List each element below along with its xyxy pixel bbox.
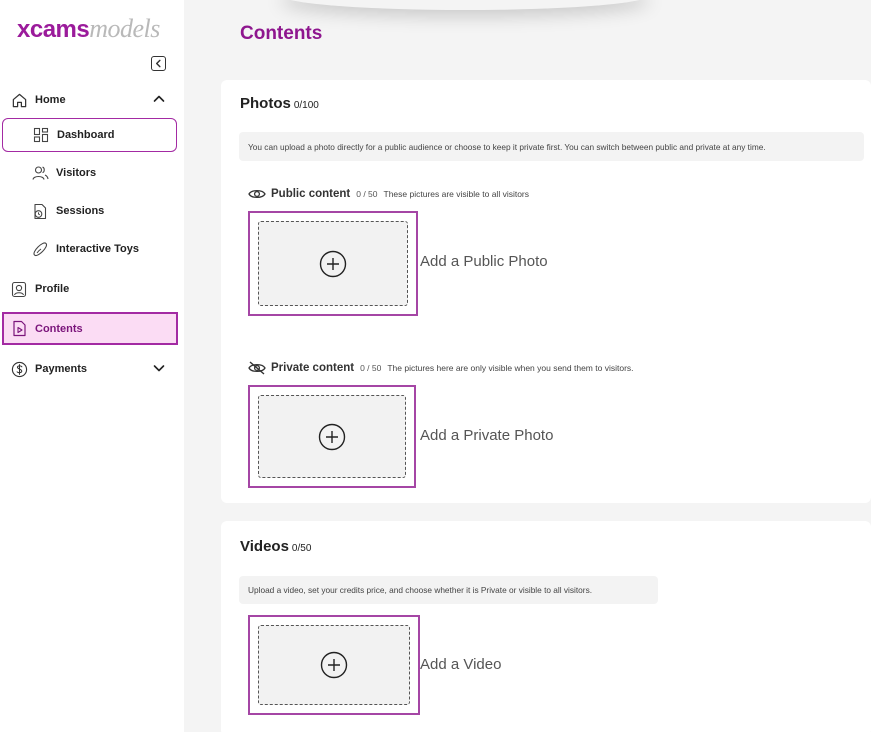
public-content-header: Public content 0 / 50 These pictures are… [248, 187, 529, 201]
eye-off-icon [248, 361, 266, 375]
sidebar-item-label: Payments [35, 363, 87, 375]
collapse-sidebar-button[interactable] [151, 56, 166, 71]
plus-circle-icon [318, 423, 346, 450]
videos-info-text: Upload a video, set your credits price, … [248, 585, 593, 595]
page-title: Contents [240, 23, 323, 44]
videos-card: Videos 0/50 Upload a video, set your cred… [221, 521, 871, 732]
sidebar-item-label: Contents [35, 322, 83, 335]
profile-icon [10, 280, 28, 298]
add-video-label[interactable]: Add a Video [420, 656, 501, 673]
photos-title: Photos [240, 95, 291, 112]
videos-section-title: Videos 0/50 [240, 538, 311, 555]
videos-info-box: Upload a video, set your credits price, … [239, 576, 658, 604]
add-private-photo-button[interactable] [248, 385, 416, 488]
add-public-photo-label[interactable]: Add a Public Photo [420, 253, 548, 270]
contents-icon [10, 320, 28, 338]
users-icon [31, 164, 49, 182]
photos-count: 0/100 [293, 100, 319, 111]
private-content-header: Private content 0 / 50 The pictures here… [248, 361, 634, 375]
sidebar: xcamsmodels Home Dashboard Visitors Sess… [0, 0, 184, 732]
toy-icon [31, 240, 49, 258]
sidebar-item-label: Dashboard [57, 129, 115, 141]
plus-circle-icon [320, 651, 348, 679]
add-video-button[interactable] [248, 615, 420, 715]
public-content-count: 0 / 50 [356, 189, 378, 199]
public-content-desc: These pictures are visible to all visito… [383, 189, 530, 199]
sidebar-item-dashboard[interactable]: Dashboard [2, 118, 177, 152]
chevron-left-icon [155, 59, 161, 68]
eye-icon [248, 187, 266, 201]
chevron-up-icon[interactable] [152, 92, 166, 106]
private-content-desc: The pictures here are only visible when … [387, 363, 634, 373]
plus-circle-icon [319, 250, 347, 277]
photos-card: Photos 0/100 You can upload a photo direc… [221, 80, 871, 503]
sidebar-item-interactive-toys[interactable]: Interactive Toys [31, 240, 139, 258]
sidebar-item-home[interactable]: Home [10, 90, 166, 110]
add-public-photo-button[interactable] [248, 211, 418, 316]
sidebar-item-label: Interactive Toys [56, 243, 139, 255]
videos-title: Videos [240, 538, 289, 555]
sidebar-item-label: Visitors [56, 167, 97, 179]
home-icon [10, 91, 28, 109]
sidebar-item-label: Profile [35, 283, 70, 295]
logo-part-models: models [89, 14, 160, 43]
sidebar-item-payments[interactable]: Payments [10, 359, 166, 379]
sidebar-item-label: Home [35, 94, 66, 106]
logo[interactable]: xcamsmodels [17, 14, 160, 44]
sessions-icon [31, 202, 49, 220]
sidebar-item-contents[interactable]: Contents [2, 312, 178, 345]
chevron-down-icon[interactable] [152, 361, 166, 375]
sidebar-item-visitors[interactable]: Visitors [31, 164, 96, 182]
dashboard-icon [32, 126, 50, 144]
private-content-count: 0 / 50 [360, 363, 382, 373]
public-content-title: Public content [271, 188, 351, 200]
logo-part-xcams: xcams [17, 16, 90, 43]
photos-info-text: You can upload a photo directly for a pu… [248, 141, 766, 152]
add-private-photo-label[interactable]: Add a Private Photo [420, 427, 553, 444]
private-content-title: Private content [271, 362, 355, 374]
sidebar-item-profile[interactable]: Profile [10, 280, 69, 298]
photos-section-title: Photos 0/100 [240, 95, 319, 112]
top-shadow [280, 0, 650, 10]
sidebar-item-sessions[interactable]: Sessions [31, 202, 104, 220]
videos-count: 0/50 [291, 543, 312, 554]
sidebar-item-label: Sessions [56, 205, 105, 217]
upload-dropzone[interactable] [258, 221, 408, 306]
upload-dropzone[interactable] [258, 395, 406, 478]
upload-dropzone[interactable] [258, 625, 410, 705]
photos-info-box: You can upload a photo directly for a pu… [239, 132, 864, 161]
dollar-icon [10, 360, 28, 378]
